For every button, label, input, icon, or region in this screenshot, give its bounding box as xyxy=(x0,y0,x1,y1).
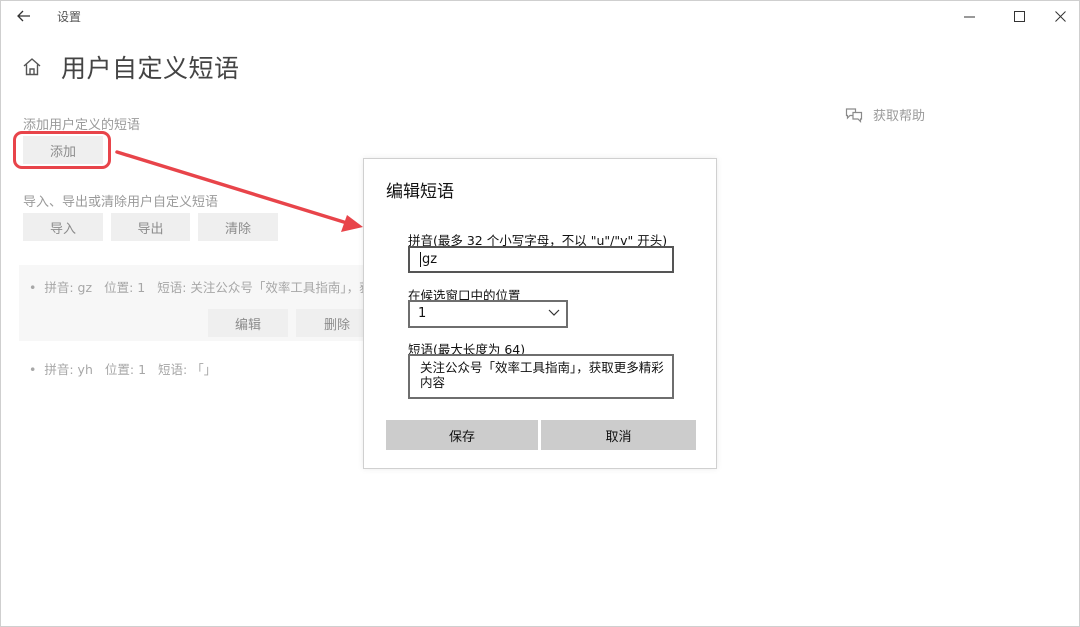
pinyin-input[interactable]: gz xyxy=(408,246,674,273)
chevron-down-icon xyxy=(548,309,560,316)
edit-phrase-dialog: 编辑短语 拼音(最多 32 个小写字母，不以 "u"/"v" 开头) gz 在候… xyxy=(363,158,717,469)
dialog-title: 编辑短语 xyxy=(386,182,454,202)
position-select[interactable]: 1 xyxy=(408,300,568,328)
settings-window: 设置 用户自定义短语 获取帮助 添加用户定义的短语 添加 导入、导出或清除用户自… xyxy=(0,0,1080,627)
phrase-textarea[interactable]: 关注公众号「效率工具指南」，获取更多精彩内容 xyxy=(408,354,674,399)
text-caret xyxy=(420,252,421,267)
position-value: 1 xyxy=(418,306,427,321)
pinyin-value: gz xyxy=(422,252,438,267)
cancel-button[interactable]: 取消 xyxy=(541,420,696,450)
save-button[interactable]: 保存 xyxy=(386,420,538,450)
